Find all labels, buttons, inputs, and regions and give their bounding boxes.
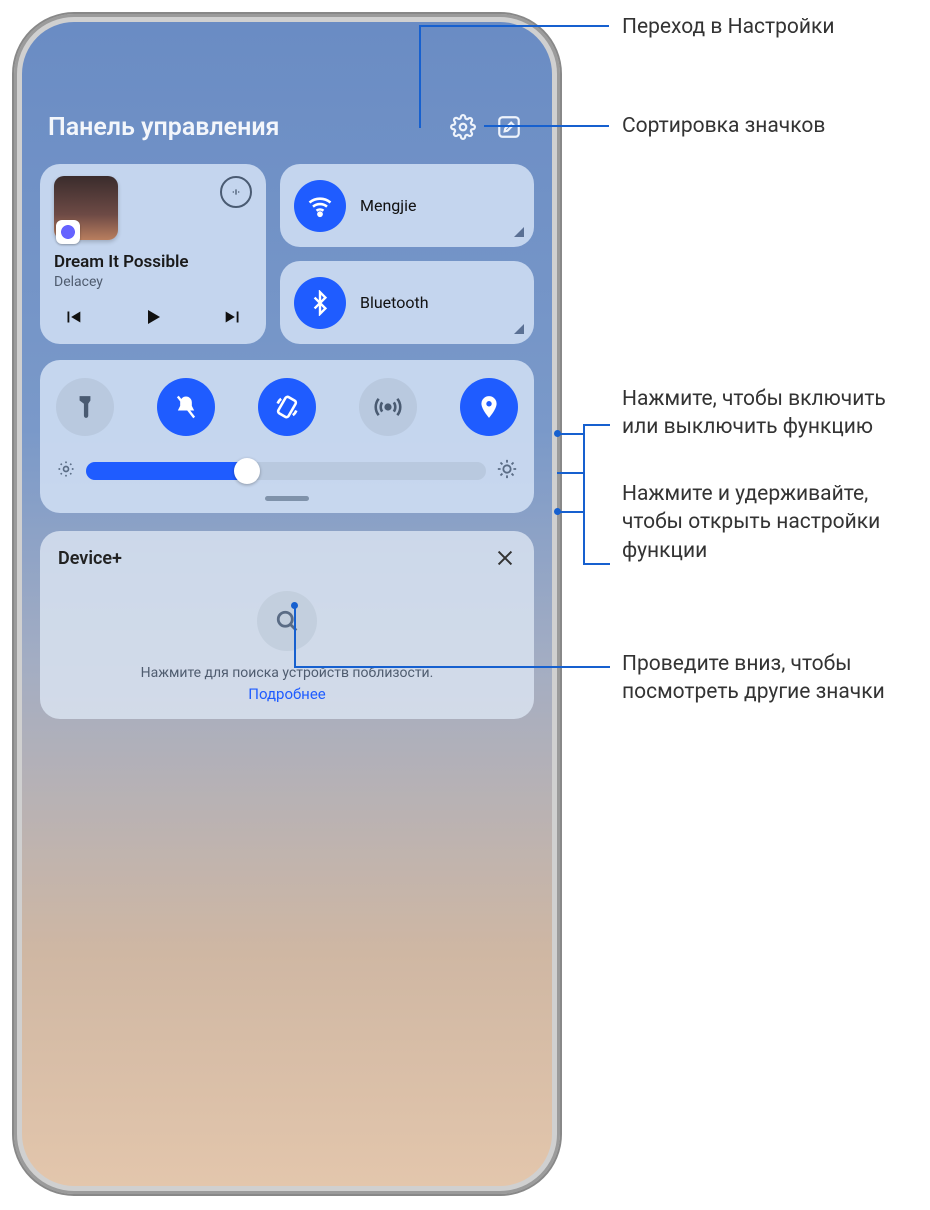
callout-hold: Нажмите и удерживайте, чтобы открыть нас… xyxy=(622,480,922,565)
leader-line xyxy=(557,433,584,435)
brightness-row xyxy=(56,458,518,484)
wifi-icon xyxy=(294,180,346,232)
artist-name: Delacey xyxy=(54,274,252,290)
rotate-toggle[interactable] xyxy=(258,378,316,436)
prev-track-icon[interactable] xyxy=(60,304,86,330)
media-card[interactable]: Dream It Possible Delacey xyxy=(40,164,266,344)
brightness-low-icon xyxy=(56,459,76,483)
leader-line xyxy=(557,472,584,474)
bluetooth-card[interactable]: Bluetooth xyxy=(280,261,534,344)
gear-icon[interactable] xyxy=(446,110,480,144)
leader-line xyxy=(419,25,609,27)
album-art xyxy=(54,176,118,240)
phone-screen: Панель управления Dream It Possible Dela… xyxy=(22,22,552,1186)
leader-line xyxy=(583,563,610,565)
drag-handle-icon[interactable] xyxy=(265,496,309,501)
song-title: Dream It Possible xyxy=(54,252,252,272)
mute-toggle[interactable] xyxy=(157,378,215,436)
device-plus-card: Device+ Нажмите для поиска устройств поб… xyxy=(40,531,534,719)
close-icon[interactable] xyxy=(494,547,516,569)
flashlight-toggle[interactable] xyxy=(56,378,114,436)
edit-icon[interactable] xyxy=(492,110,526,144)
bluetooth-icon xyxy=(294,277,346,329)
device-plus-title: Device+ xyxy=(58,548,122,569)
top-row: Dream It Possible Delacey Mengjie xyxy=(40,164,534,344)
phone-frame: Панель управления Dream It Possible Dela… xyxy=(14,14,560,1194)
leader-line xyxy=(583,424,610,426)
leader-line xyxy=(294,666,610,668)
location-toggle[interactable] xyxy=(460,378,518,436)
control-panel: Панель управления Dream It Possible Dela… xyxy=(22,22,552,719)
callout-sort: Сортировка значков xyxy=(622,112,825,140)
page-title: Панель управления xyxy=(48,113,434,142)
play-icon[interactable] xyxy=(140,304,166,330)
leader-line xyxy=(419,25,421,128)
cast-audio-icon[interactable] xyxy=(220,176,252,208)
leader-line xyxy=(583,424,585,564)
leader-line xyxy=(557,511,584,513)
next-track-icon[interactable] xyxy=(220,304,246,330)
expand-corner-icon xyxy=(514,324,524,334)
callout-swipe: Проведите вниз, чтобы посмотреть другие … xyxy=(622,650,922,707)
wifi-card[interactable]: Mengjie xyxy=(280,164,534,247)
callout-tap: Нажмите, чтобы включить или выключить фу… xyxy=(622,385,922,442)
search-devices-button[interactable] xyxy=(257,591,317,651)
leader-line xyxy=(294,605,296,667)
brightness-slider[interactable] xyxy=(86,462,486,480)
brightness-high-icon xyxy=(496,458,518,484)
leader-dot xyxy=(291,602,298,609)
expand-corner-icon xyxy=(514,227,524,237)
wifi-label: Mengjie xyxy=(360,196,416,215)
leader-line xyxy=(484,125,609,127)
bluetooth-label: Bluetooth xyxy=(360,293,429,312)
callout-settings: Переход в Настройки xyxy=(622,13,834,41)
hotspot-toggle[interactable] xyxy=(359,378,417,436)
quick-toggles-panel xyxy=(40,360,534,513)
learn-more-link[interactable]: Подробнее xyxy=(58,685,516,703)
header-bar: Панель управления xyxy=(40,110,534,144)
